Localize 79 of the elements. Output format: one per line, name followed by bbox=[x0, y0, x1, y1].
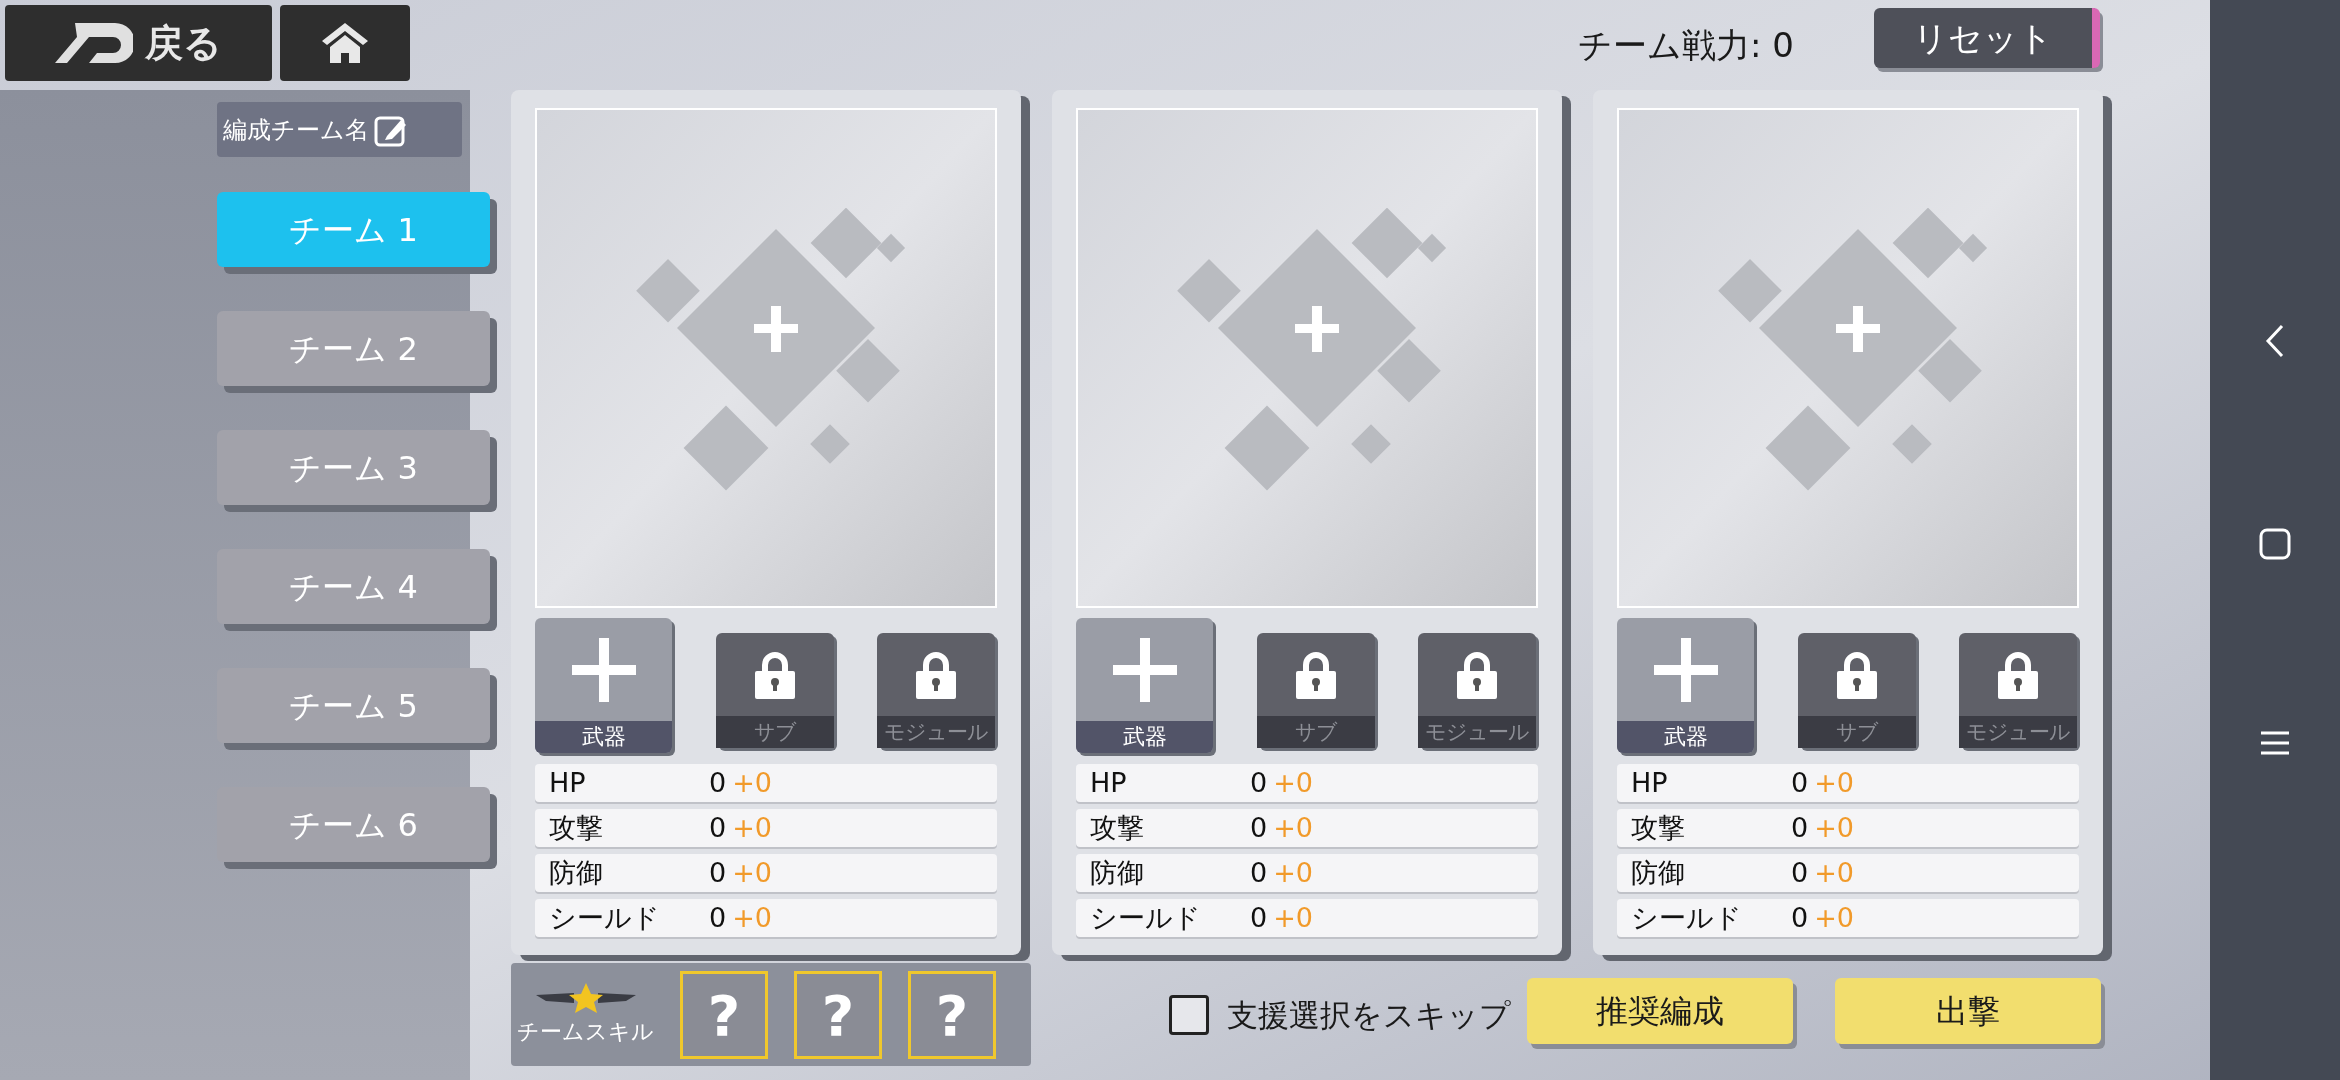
stat-bonus: +0 bbox=[1814, 810, 1854, 845]
back-nav-icon[interactable] bbox=[2265, 324, 2285, 358]
stat-value: 0 bbox=[1791, 900, 1809, 935]
stat-name: 防御 bbox=[1090, 855, 1145, 890]
stat-value: 0 bbox=[709, 855, 727, 890]
weapon-slot-button[interactable]: 武器 bbox=[1617, 618, 1754, 753]
slot-label: サブ bbox=[1256, 716, 1375, 748]
slot-label: モジュール bbox=[1959, 716, 2077, 748]
stat-name: 攻撃 bbox=[1090, 810, 1145, 845]
home-nav-icon[interactable] bbox=[2259, 528, 2291, 560]
stat-bonus: +0 bbox=[732, 900, 772, 935]
locked-slot-button[interactable]: モジュール bbox=[1418, 633, 1536, 748]
stat-value: 0 bbox=[1250, 900, 1268, 935]
skill-slot-button[interactable]: ? bbox=[680, 970, 768, 1059]
stat-bonus: +0 bbox=[732, 810, 772, 845]
stat-bonus: +0 bbox=[1273, 900, 1313, 935]
team-skill-label: チームスキル bbox=[517, 1018, 654, 1046]
locked-slot-button[interactable]: サブ bbox=[1797, 633, 1916, 748]
team-power-text: チーム戦力: 0 bbox=[1578, 24, 1794, 67]
slot-label: 武器 bbox=[535, 721, 672, 753]
skill-slot-button[interactable]: ? bbox=[908, 970, 996, 1059]
slot-label: サブ bbox=[1797, 716, 1916, 748]
stat-name: 攻撃 bbox=[1631, 810, 1686, 845]
stat-value: 0 bbox=[709, 900, 727, 935]
stat-bonus: +0 bbox=[1814, 855, 1854, 890]
stat-name: 防御 bbox=[1631, 855, 1686, 890]
plus-icon bbox=[571, 637, 636, 702]
stat-value: 0 bbox=[1250, 765, 1268, 800]
skill-slot-button[interactable]: ? bbox=[794, 970, 882, 1059]
stat-name: シールド bbox=[1090, 900, 1202, 935]
star-wings-icon bbox=[535, 981, 636, 1015]
stat-bonus: +0 bbox=[1273, 810, 1313, 845]
slot-label: 武器 bbox=[1076, 721, 1213, 753]
lock-icon bbox=[914, 650, 958, 699]
slot-label: モジュール bbox=[1418, 716, 1536, 748]
back-button[interactable]: 戻る bbox=[5, 5, 272, 81]
stat-bonus: +0 bbox=[732, 855, 772, 890]
stat-value: 0 bbox=[1250, 855, 1268, 890]
stat-bonus: +0 bbox=[732, 765, 772, 800]
checkbox-box bbox=[1169, 995, 1209, 1036]
plus-icon bbox=[1653, 637, 1718, 702]
stat-bonus: +0 bbox=[1273, 855, 1313, 890]
stat-name: HP bbox=[549, 765, 587, 800]
stat-name: HP bbox=[1090, 765, 1128, 800]
stat-value: 0 bbox=[1791, 765, 1809, 800]
home-icon bbox=[322, 23, 368, 63]
stat-value: 0 bbox=[709, 765, 727, 800]
lock-icon bbox=[1834, 650, 1879, 699]
slot-label: 武器 bbox=[1617, 721, 1754, 753]
lock-icon bbox=[752, 650, 797, 699]
stat-name: シールド bbox=[549, 900, 661, 935]
locked-slot-button[interactable]: サブ bbox=[1256, 633, 1375, 748]
locked-slot-button[interactable]: モジュール bbox=[877, 633, 995, 748]
lock-icon bbox=[1293, 650, 1338, 699]
skip-support-checkbox[interactable]: 支援選択をスキップ bbox=[1169, 992, 1511, 1039]
stat-bonus: +0 bbox=[1814, 765, 1854, 800]
stat-value: 0 bbox=[1250, 810, 1268, 845]
menu-icon[interactable] bbox=[2259, 730, 2291, 756]
slot-label: サブ bbox=[715, 716, 834, 748]
team-name-button[interactable]: 編成チーム名 bbox=[217, 102, 462, 157]
stat-name: シールド bbox=[1631, 900, 1743, 935]
slot-label: モジュール bbox=[877, 716, 995, 748]
stat-name: HP bbox=[1631, 765, 1669, 800]
stat-value: 0 bbox=[1791, 810, 1809, 845]
stat-value: 0 bbox=[709, 810, 727, 845]
lock-icon bbox=[1996, 650, 2040, 699]
stat-value: 0 bbox=[1791, 855, 1809, 890]
stat-bonus: +0 bbox=[1273, 765, 1313, 800]
weapon-slot-button[interactable]: 武器 bbox=[535, 618, 672, 753]
locked-slot-button[interactable]: モジュール bbox=[1959, 633, 2077, 748]
home-button[interactable] bbox=[280, 5, 410, 81]
stat-name: 防御 bbox=[549, 855, 604, 890]
plus-icon bbox=[1112, 637, 1177, 702]
lock-icon bbox=[1455, 650, 1499, 699]
weapon-slot-button[interactable]: 武器 bbox=[1076, 618, 1213, 753]
stat-bonus: +0 bbox=[1814, 900, 1854, 935]
stat-name: 攻撃 bbox=[549, 810, 604, 845]
locked-slot-button[interactable]: サブ bbox=[715, 633, 834, 748]
back-arrow-icon bbox=[55, 23, 133, 63]
